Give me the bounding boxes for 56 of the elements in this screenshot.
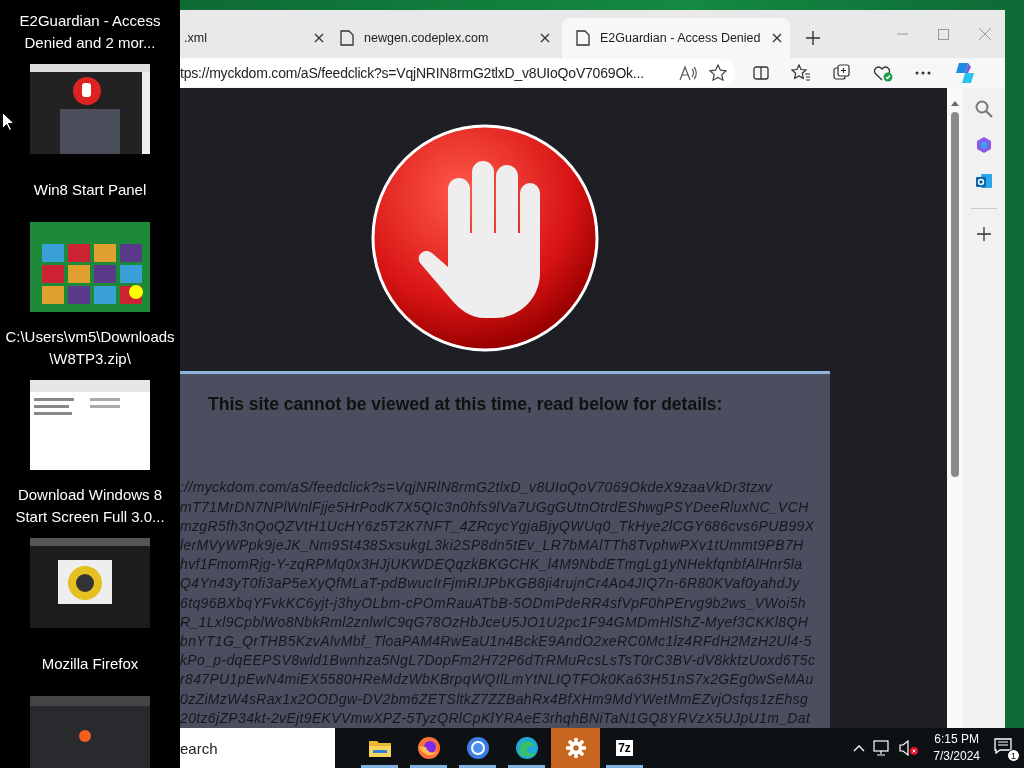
browser-tab[interactable]: newgen.codeplex.com (336, 18, 558, 58)
window-title[interactable]: Mozilla Firefox (0, 642, 180, 686)
split-screen-icon[interactable] (753, 65, 769, 81)
star-icon[interactable] (709, 64, 727, 82)
new-tab-icon[interactable] (806, 31, 820, 45)
collections-icon[interactable] (833, 64, 851, 82)
page-icon (576, 30, 590, 46)
folder-icon (367, 738, 392, 758)
edge-icon (514, 736, 539, 760)
taskbar-app[interactable]: 7z (600, 728, 649, 768)
window-title[interactable]: C:\Users\vm5\Downloads \W8TP3.zip\ (0, 326, 180, 370)
details-text-line: 6tq96BXbqYFvkKC6yjt-j3hyOLbm-cPOmRauATbB-5ODmPdeRR4sfVpF0hPErvg9b2ws_VWoi5h (180, 593, 807, 613)
details-text-line: mzgR5fh3nQoQZVtH1UcHY6z5T2K7NFT_4ZRcycYgjaBjyQWUq0_TkHye2lCGY686cvs6PUB99X (180, 516, 816, 536)
close-icon[interactable] (772, 33, 782, 43)
notification-count: 1 (1007, 749, 1020, 762)
search-field[interactable]: earch (180, 728, 335, 768)
favorites-icon[interactable] (791, 64, 811, 82)
search-icon[interactable] (975, 100, 993, 118)
address-bar[interactable]: tps://myckdom.com/aS/feedclick?s=VqjNRIN8rmG2tlxD_v8UIoQoV7069Ok... (180, 59, 735, 87)
chrome-icon (465, 736, 490, 760)
details-text-line: Q4Yn43yT0fi3aP5eXyQfMLaT-pdBwucIrFjmRIJPbKGB8ji4rujnCr4Ao4JIQ7n-6R80KVaf0yahdJy (180, 574, 801, 594)
notification-icon (994, 738, 1012, 754)
window-title[interactable]: E2Guardian - Access Denied and 2 mor... (0, 10, 180, 54)
browser-tab[interactable]: .xml (180, 18, 332, 58)
more-icon[interactable] (915, 71, 931, 75)
chevron-up-icon[interactable] (853, 744, 866, 752)
details-text-line: 20tz6jZP34kt-2vEjt9EKVVmwXPZ-5TyzQRlCpKlYRAeE3rhqhBNiTaN1GQ8YRVzX5UJpU1m_Dat (180, 708, 812, 728)
browser-tab[interactable]: E2Guardian - Access Denied (562, 18, 790, 58)
clock-date: 7/3/2024 (933, 748, 980, 765)
add-icon[interactable] (977, 227, 991, 241)
details-text-line: r847PU1pEwN4miEX5580HReMdzWbKBrpqWQIlLmYtNLIQTFOk0Ka63H51nS7x2GEg0wSeMAu (180, 670, 815, 690)
seven-zip-icon: 7z (616, 740, 633, 756)
outlook-icon[interactable] (975, 172, 993, 190)
details-text-line: mT71MrDN7NPlWnlFjje5HrPodK7X5QIc3n0hfs9lVa7UGgGUtnOtrdEShwgPSYDeeRluxNC_VCH (180, 497, 810, 517)
details-text-line: 0zZiMzW4sRax1x2OODgw-DV2bm6ZETSltkZ7ZZBahRx4BfXHm9MdYWetMmEZvjOsfqs1zEhsg (180, 689, 810, 709)
settings-icon (564, 737, 587, 759)
hexagon-app-icon[interactable] (975, 136, 993, 154)
details-text-line: bnYT1G_QrTHB5KzvAlvMbf_TloaPAM4RwEaU1n4BckE9AndO2xeRC0Mc1lz4RFdH2MzH2Ul4-5 (180, 632, 813, 651)
copilot-icon[interactable] (953, 61, 977, 85)
details-text-line: hvf1FmomRjg-Y-zqRPMq0x3HJjUKWDEQqzkBKGCHK_l4M9NbdETmgLg1yNHekfqnbfAlHnr5la (180, 555, 804, 575)
details-text-line: lerMVyWPpk9jeJK_Nm9St438SxsukgL3ki2SP8dn5tEv_LR7bMAlTTh8TvphwPXv1tUmmt9PB7H (180, 535, 805, 555)
network-icon[interactable] (873, 740, 892, 756)
read-aloud-icon[interactable] (679, 65, 697, 81)
window-title[interactable]: Download Windows 8 Start Screen Full 3.0... (0, 484, 180, 528)
details-text-line: R_1Lxl9CpblWo8NbkRml2znlwlC9qG78OzHbJceU5JO1U2pc1F94GMDmHlShZ-Myef3CKKl8QH (180, 612, 810, 632)
clock-time: 6:15 PM (934, 731, 979, 748)
details-text-line: kPo_p-dqEEPSV8wld1Bwnhza5NgL7DopFm2H72P6dTrRMuRcsLsTsT0rC3BV-dV8kktzUoxd6T5c (180, 651, 817, 671)
page-icon (340, 30, 354, 46)
volume-muted-icon[interactable] (899, 740, 920, 756)
details-text-line: ://myckdom.com/aS/feedclick?s=VqjNRlN8rmG2tlxD_v8UIoQoV7069OkdeX9zaaVkDr3tzxv (180, 478, 774, 498)
close-icon[interactable] (314, 33, 324, 43)
heart-check-icon[interactable] (873, 64, 893, 82)
firefox-icon (416, 736, 441, 760)
window-title[interactable]: Win8 Start Panel (0, 168, 180, 212)
close-icon[interactable] (540, 33, 550, 43)
blocked-heading: This site cannot be viewed at this time, read below for details: (207, 394, 724, 416)
